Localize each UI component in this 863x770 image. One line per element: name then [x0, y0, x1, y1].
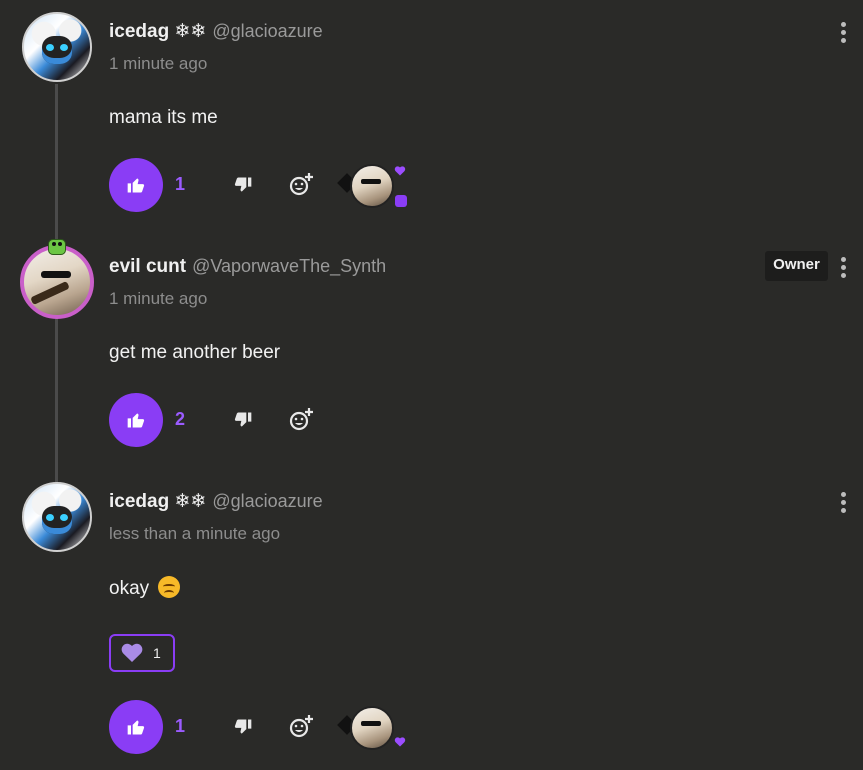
author-name[interactable]: icedag ❄❄ @glacioazure — [109, 490, 323, 513]
author-handle: @VaporwaveThe_Synth — [192, 256, 387, 276]
like-count: 1 — [175, 174, 186, 194]
timestamp: less than a minute ago — [109, 524, 281, 543]
thumbs-up-icon — [127, 413, 145, 428]
add-reaction-button[interactable] — [288, 713, 314, 739]
purple-heart-emoji — [121, 643, 143, 662]
comment-item: icedag ❄❄ @glacioazure less than a minute… — [0, 470, 863, 770]
add-reaction-button[interactable] — [288, 171, 314, 197]
thumbs-down-icon — [234, 177, 252, 192]
kebab-menu-icon[interactable] — [838, 257, 848, 281]
reactor-avatar[interactable] — [337, 162, 394, 208]
comment-text-content: okay — [109, 578, 150, 599]
sad-face-emoji — [158, 576, 181, 598]
author-name[interactable]: evil cunt @VaporwaveThe_Synth — [109, 256, 386, 278]
dislike-button[interactable] — [230, 172, 256, 198]
thumbs-down-icon — [234, 412, 252, 427]
comment-text: okay — [109, 576, 181, 600]
chat-icon — [395, 195, 407, 207]
comment-text: mama its me — [109, 107, 218, 128]
frog-badge-icon — [48, 239, 66, 255]
avatar[interactable] — [22, 12, 92, 82]
reactor-avatar[interactable] — [337, 704, 394, 750]
owner-badge: Owner — [765, 251, 828, 281]
reaction-count: 1 — [153, 645, 161, 661]
dislike-button[interactable] — [230, 714, 256, 740]
author-display-name: evil cunt — [109, 256, 187, 277]
heart-icon — [394, 166, 406, 176]
thumbs-up-icon — [127, 178, 145, 193]
like-button[interactable] — [109, 393, 163, 447]
timestamp: 1 minute ago — [109, 289, 208, 308]
reaction-chip[interactable]: 1 — [109, 634, 175, 672]
author-display-name: icedag ❄❄ — [109, 21, 207, 42]
timestamp: 1 minute ago — [109, 54, 208, 73]
author-display-name: icedag ❄❄ — [109, 491, 207, 512]
like-count: 1 — [175, 716, 186, 736]
comment-text: get me another beer — [109, 342, 281, 363]
add-reaction-icon — [289, 715, 313, 738]
kebab-menu-icon[interactable] — [838, 492, 848, 516]
dislike-button[interactable] — [230, 407, 256, 433]
like-count: 2 — [175, 409, 186, 429]
avatar[interactable] — [20, 245, 94, 319]
comment-item: icedag ❄❄ @glacioazure 1 minute ago mama … — [0, 0, 863, 230]
thumbs-up-icon — [127, 720, 145, 735]
kebab-menu-icon[interactable] — [838, 22, 848, 46]
author-handle: @glacioazure — [212, 21, 323, 41]
like-button[interactable] — [109, 158, 163, 212]
add-reaction-button[interactable] — [288, 406, 314, 432]
like-button[interactable] — [109, 700, 163, 754]
add-reaction-icon — [289, 173, 313, 196]
comment-item: evil cunt @VaporwaveThe_Synth Owner 1 min… — [0, 235, 863, 465]
author-handle: @glacioazure — [212, 491, 323, 511]
thumbs-down-icon — [234, 719, 252, 734]
avatar[interactable] — [22, 482, 92, 552]
heart-icon — [394, 737, 406, 747]
author-name[interactable]: icedag ❄❄ @glacioazure — [109, 20, 323, 43]
add-reaction-icon — [289, 408, 313, 431]
